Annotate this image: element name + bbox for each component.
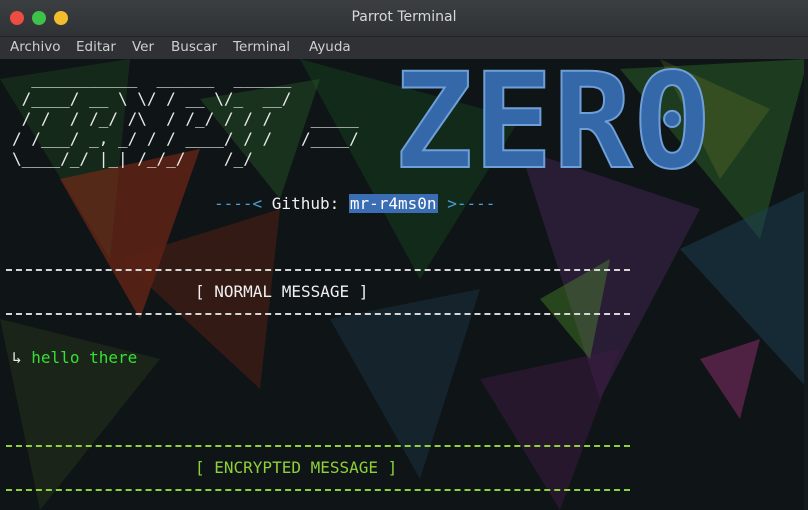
return-arrow-icon: ↳	[12, 348, 22, 367]
normal-top-rule	[6, 269, 630, 271]
encrypted-message-header: [ ENCRYPTED MESSAGE ]	[195, 458, 398, 477]
normal-message-text: hello there	[31, 348, 138, 367]
github-suffix: >----	[437, 194, 496, 213]
zero-logo-text: ZER0	[394, 59, 712, 189]
menu-terminal[interactable]: Terminal	[233, 39, 290, 55]
github-line: ----< Github: mr-r4ms0n >----	[214, 194, 495, 214]
encrypted-top-rule	[6, 445, 630, 447]
github-prefix: ----<	[214, 194, 272, 213]
encrypted-bottom-rule	[6, 489, 630, 491]
zero-logo: ZER0	[393, 59, 713, 189]
window-title: Parrot Terminal	[351, 9, 457, 25]
terminal-window: Parrot Terminal Archivo Editar Ver Busca…	[0, 0, 808, 510]
normal-message-header: [ NORMAL MESSAGE ]	[195, 282, 369, 301]
terminal-area[interactable]: ___________ ______ ______ /____/ __ \ \/…	[0, 59, 808, 510]
scrollbar[interactable]	[804, 59, 808, 510]
github-label: Github:	[271, 194, 349, 213]
menu-ayuda[interactable]: Ayuda	[309, 39, 351, 55]
normal-bottom-rule	[6, 313, 630, 315]
menu-ver[interactable]: Ver	[132, 39, 154, 55]
github-username[interactable]: mr-r4ms0n	[348, 194, 438, 213]
menu-bar: Archivo Editar Ver Buscar Terminal Ayuda	[0, 37, 808, 59]
menu-archivo[interactable]: Archivo	[10, 39, 60, 55]
normal-message-line: ↳ hello there	[12, 348, 137, 368]
menu-editar[interactable]: Editar	[76, 39, 116, 55]
title-bar[interactable]: Parrot Terminal	[0, 0, 808, 37]
menu-buscar[interactable]: Buscar	[171, 39, 217, 55]
banner-ascii-art: ___________ ______ ______ /____/ __ \ \/…	[12, 69, 359, 168]
